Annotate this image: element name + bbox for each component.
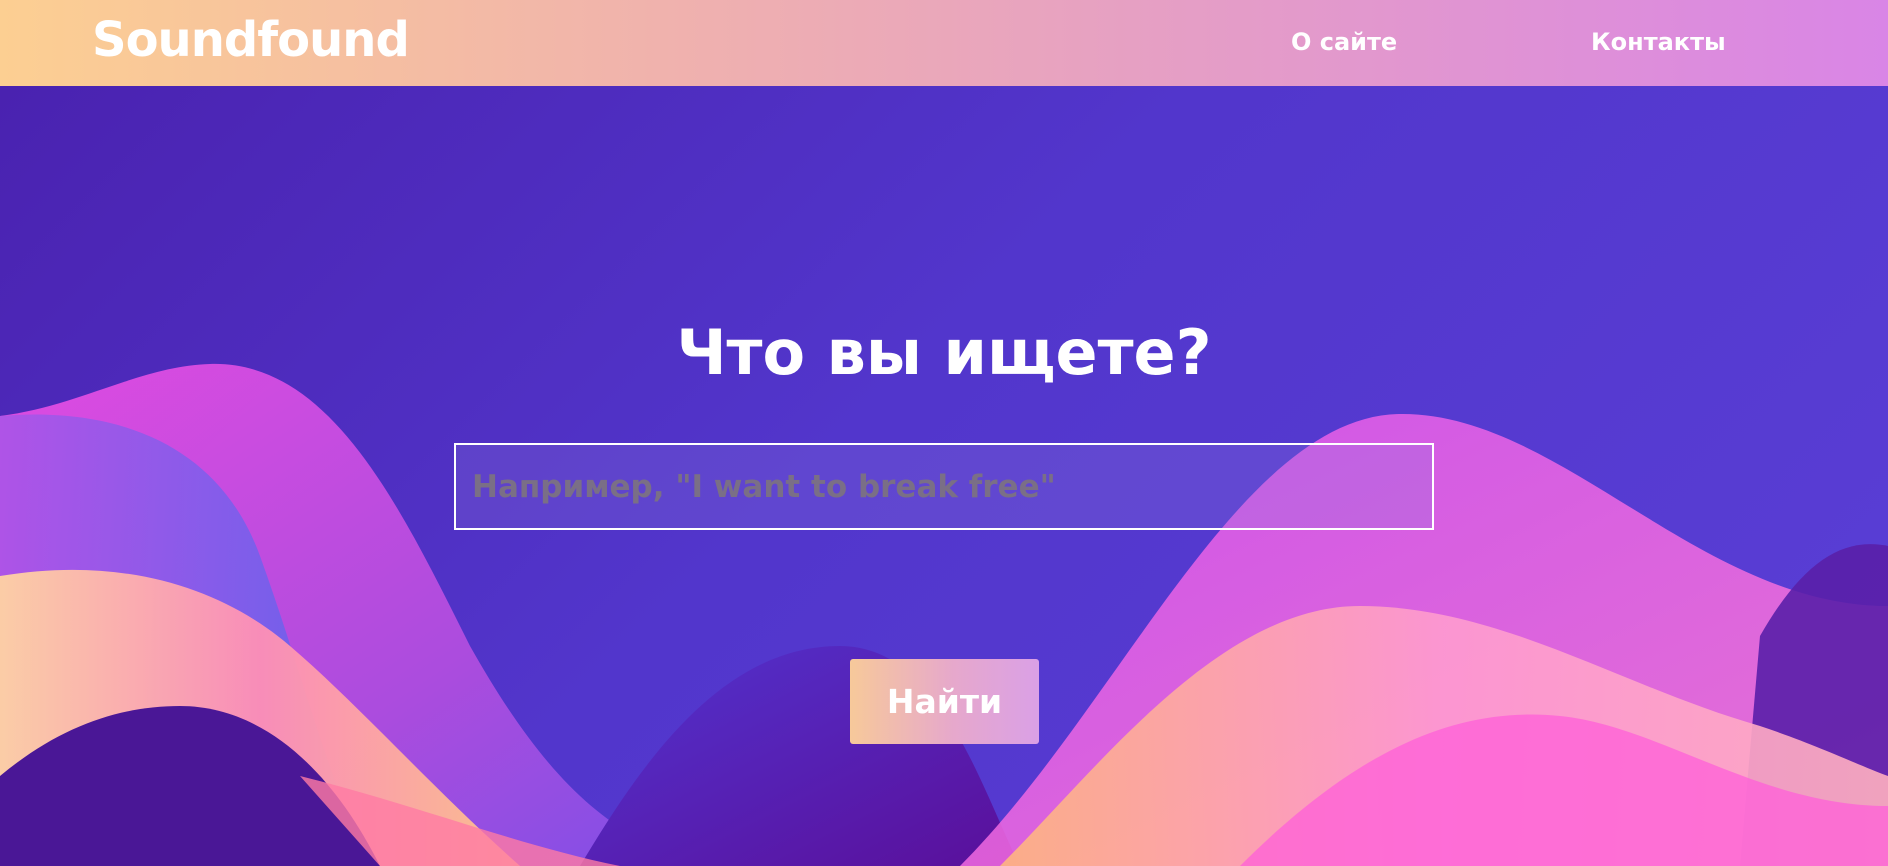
search-input[interactable] [454, 443, 1434, 530]
nav-link-about[interactable]: О сайте [1291, 28, 1397, 56]
brand-logo[interactable]: Soundfound [92, 12, 410, 68]
nav-link-contacts[interactable]: Контакты [1591, 28, 1726, 56]
top-navbar: Soundfound О сайте Контакты [0, 0, 1888, 86]
search-button[interactable]: Найти [850, 659, 1039, 744]
page-headline: Что вы ищете? [676, 316, 1212, 389]
